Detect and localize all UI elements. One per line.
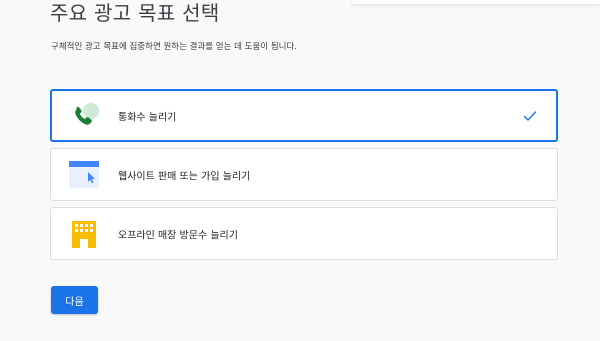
website-cursor-icon	[67, 158, 101, 192]
option-increase-calls[interactable]: 통화수 늘리기	[50, 89, 558, 142]
option-label: 웹사이트 판매 또는 가입 늘리기	[118, 171, 251, 182]
top-overlay-strip	[352, 0, 600, 4]
check-icon	[522, 108, 538, 124]
page-title: 주요 광고 목표 선택	[50, 1, 220, 25]
option-increase-store-visits[interactable]: 오프라인 매장 방문수 늘리기	[50, 207, 558, 260]
option-label: 오프라인 매장 방문수 늘리기	[118, 230, 238, 241]
phone-call-icon	[67, 99, 101, 133]
option-label: 통화수 늘리기	[118, 112, 177, 123]
option-increase-website-sales[interactable]: 웹사이트 판매 또는 가입 늘리기	[50, 148, 558, 201]
page-subtitle: 구체적인 광고 목표에 집중하면 원하는 결과를 얻는 데 도움이 됩니다.	[51, 42, 297, 52]
next-button[interactable]: 다음	[51, 286, 98, 314]
store-building-icon	[67, 217, 101, 251]
goal-selection-page: 주요 광고 목표 선택 구체적인 광고 목표에 집중하면 원하는 결과를 얻는 …	[0, 0, 600, 341]
goal-options-list: 통화수 늘리기 웹사이트 판매 또는 가입 늘리기 오프라인 매장 방문수 늘리…	[50, 89, 558, 266]
